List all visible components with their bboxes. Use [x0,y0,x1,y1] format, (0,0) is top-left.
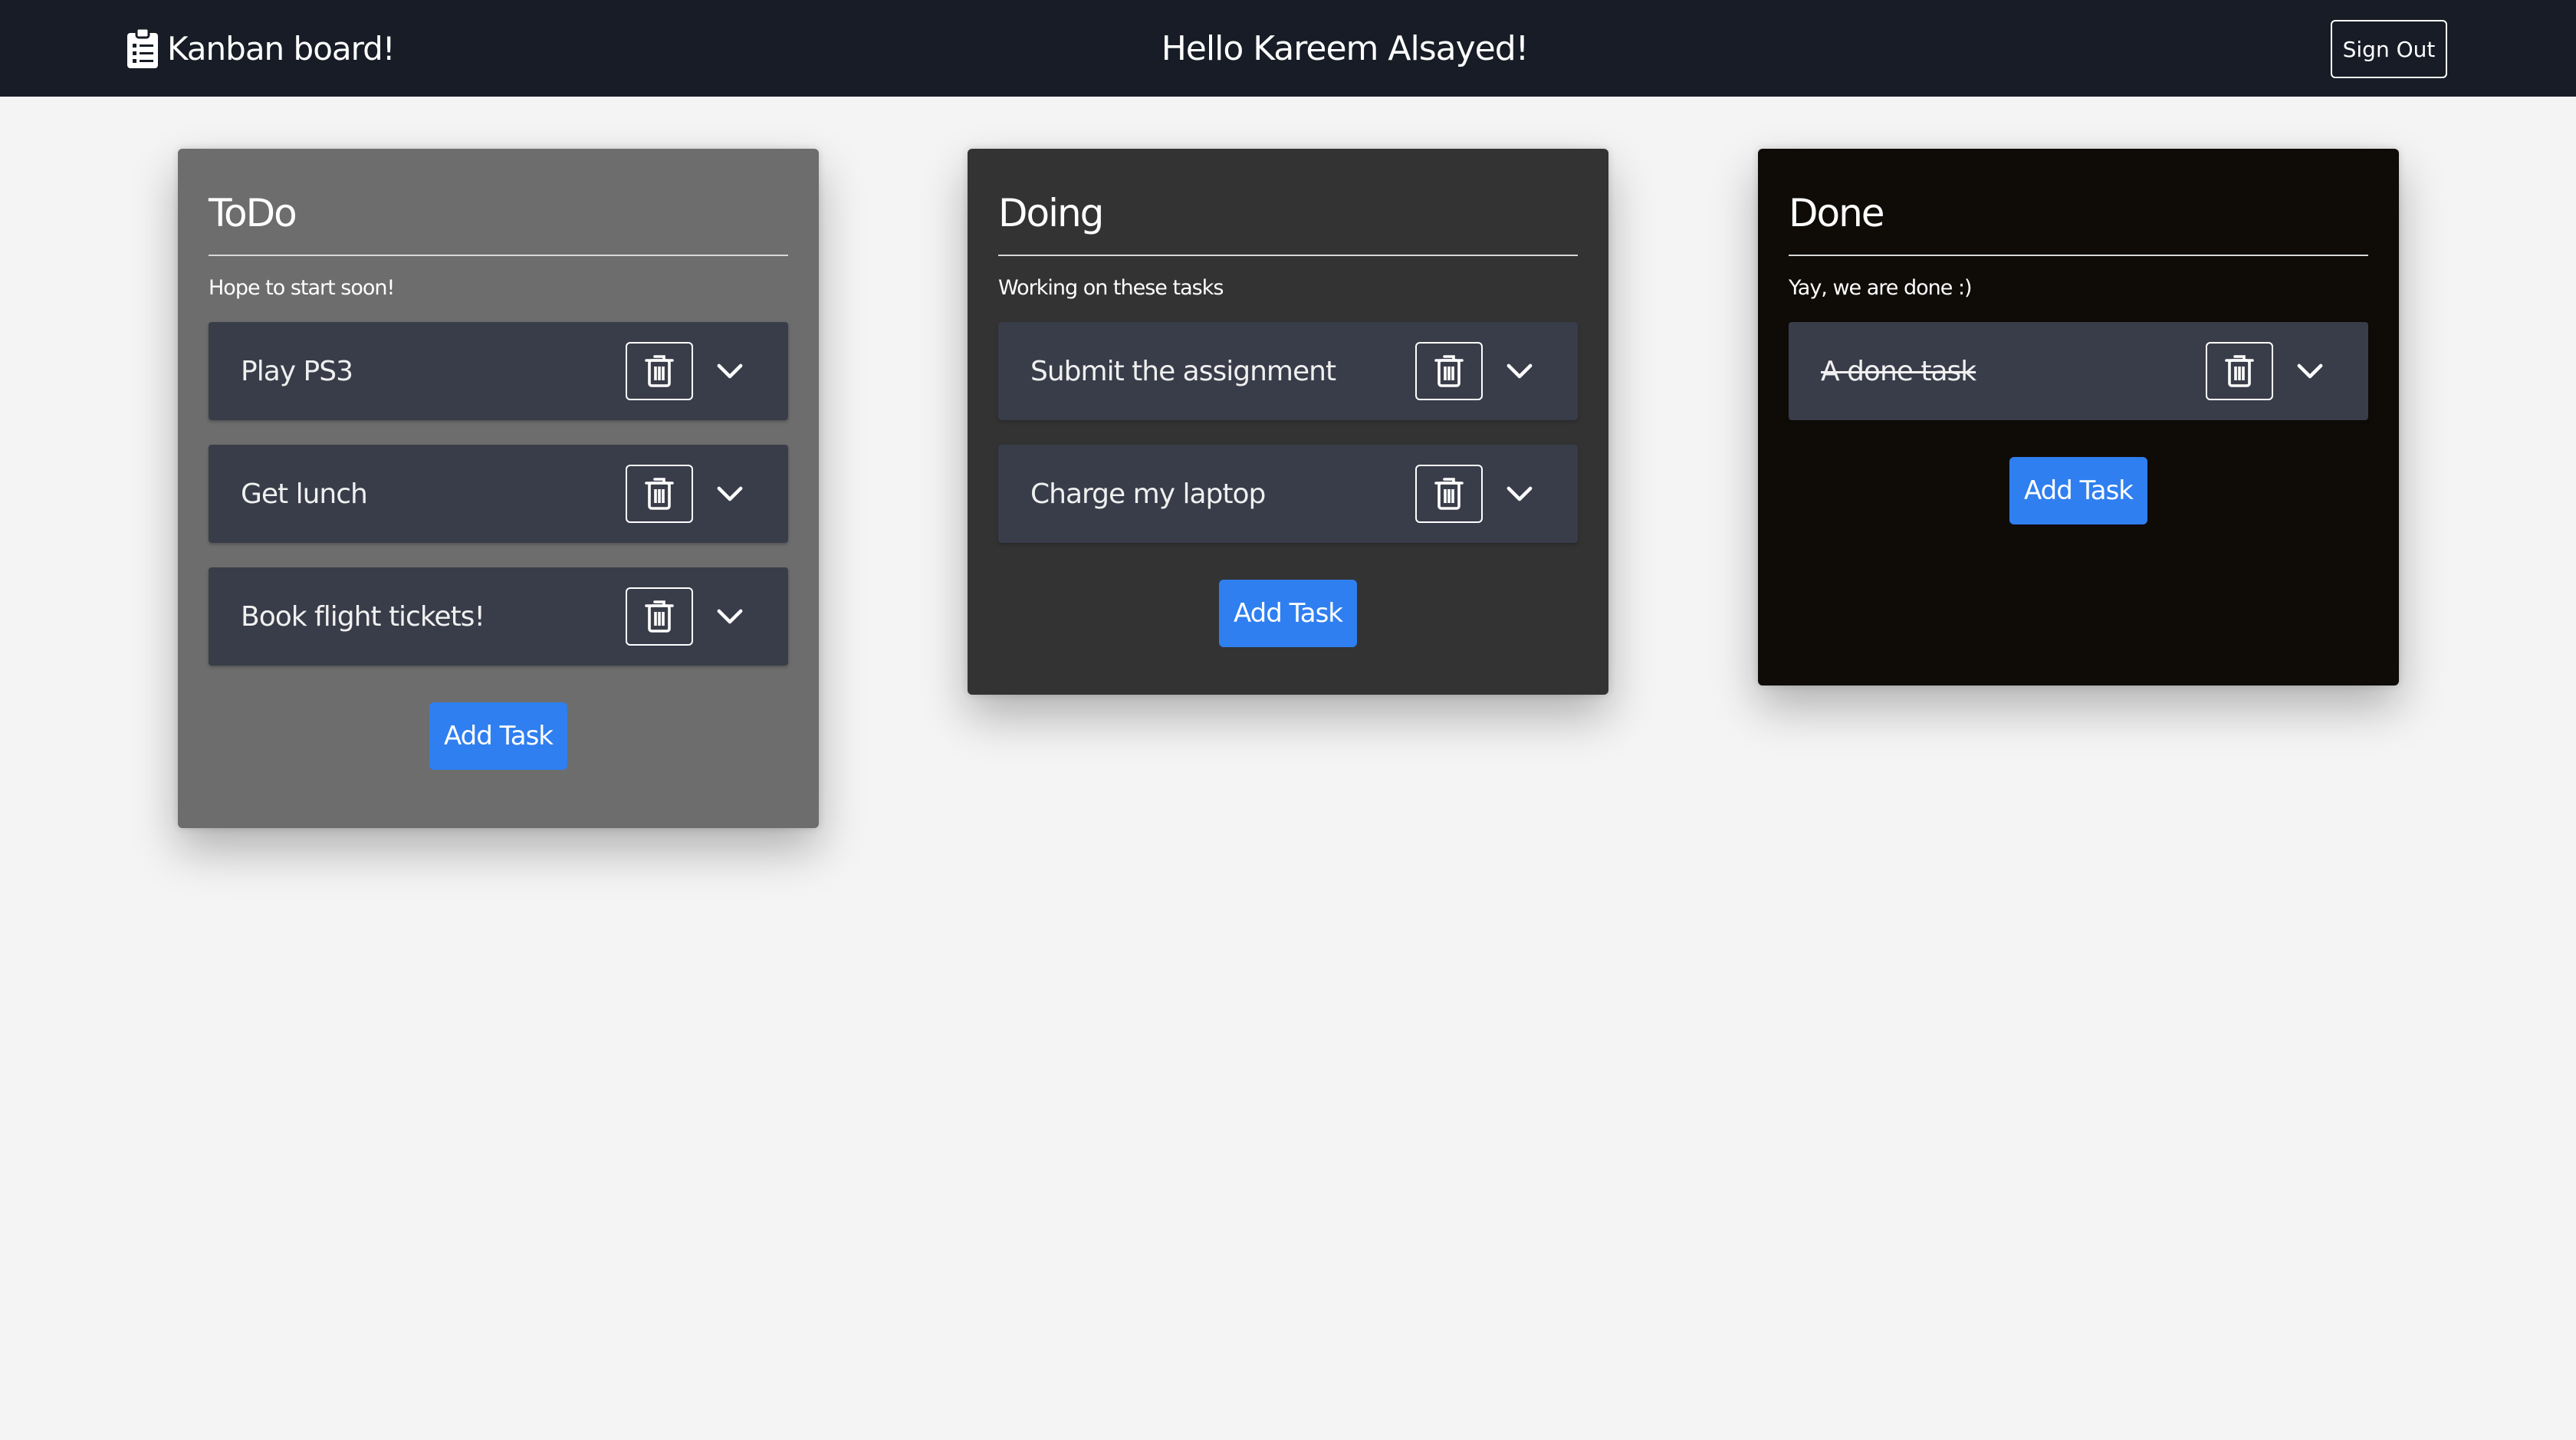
add-task-button[interactable]: Add Task [1219,580,1357,647]
brand[interactable]: Kanban board! [127,0,396,97]
expand-task-button[interactable] [711,598,748,635]
column-divider [998,255,1578,256]
chevron-down-icon [1506,363,1533,380]
chevron-down-icon [717,363,743,380]
task-label: A done task [1821,355,1976,387]
delete-task-button[interactable] [2206,342,2273,400]
chevron-down-icon [717,608,743,625]
task-label: Submit the assignment [1030,355,1336,387]
expand-task-button[interactable] [711,475,748,512]
trash-icon [2224,354,2255,388]
add-task-wrap: Add Task [998,580,1578,647]
add-task-wrap: Add Task [209,702,788,770]
trash-icon [644,354,675,388]
expand-task-button[interactable] [2292,353,2328,390]
trash-icon [644,477,675,511]
clipboard-list-icon [127,28,158,68]
delete-task-button[interactable] [626,465,693,523]
task-card[interactable]: Get lunch [209,445,788,543]
add-task-wrap: Add Task [1789,457,2368,524]
task-list: A done task [1789,322,2368,420]
chevron-down-icon [2297,363,2323,380]
column-divider [209,255,788,256]
delete-task-button[interactable] [626,342,693,400]
trash-icon [1434,477,1464,511]
navbar: Kanban board! Hello Kareem Alsayed! Sign… [0,0,2576,97]
column-title: Doing [998,191,1104,235]
chevron-down-icon [717,485,743,502]
task-card[interactable]: Submit the assignment [998,322,1578,420]
column-subtitle: Yay, we are done :) [1789,276,1973,300]
column-doing: Doing Working on these tasks Submit the as… [968,149,1608,695]
add-task-button[interactable]: Add Task [2009,457,2147,524]
task-list: Submit the assignment Charge my laptop [998,322,1578,543]
delete-task-button[interactable] [1415,342,1483,400]
task-card[interactable]: A done task [1789,322,2368,420]
sign-out-button[interactable]: Sign Out [2331,20,2447,78]
expand-task-button[interactable] [1501,475,1538,512]
trash-icon [644,600,675,633]
column-subtitle: Working on these tasks [998,276,1224,300]
expand-task-button[interactable] [1501,353,1538,390]
column-subtitle: Hope to start soon! [209,276,395,300]
delete-task-button[interactable] [626,587,693,646]
trash-icon [1434,354,1464,388]
task-card[interactable]: Play PS3 [209,322,788,420]
expand-task-button[interactable] [711,353,748,390]
task-label: Book flight tickets! [241,600,485,633]
task-card[interactable]: Charge my laptop [998,445,1578,543]
column-title: Done [1789,191,1885,235]
column-title: ToDo [209,191,297,235]
column-todo: ToDo Hope to start soon! Play PS3 Get lunch… [178,149,819,828]
task-label: Charge my laptop [1030,478,1266,510]
column-done: Done Yay, we are done :) A done task Add Ta… [1758,149,2399,685]
column-divider [1789,255,2368,256]
task-card[interactable]: Book flight tickets! [209,567,788,666]
add-task-button[interactable]: Add Task [429,702,567,770]
task-label: Play PS3 [241,355,353,387]
delete-task-button[interactable] [1415,465,1483,523]
chevron-down-icon [1506,485,1533,502]
task-list: Play PS3 Get lunch Book flight tickets! [209,322,788,666]
brand-title: Kanban board! [167,29,396,67]
task-label: Get lunch [241,478,368,510]
